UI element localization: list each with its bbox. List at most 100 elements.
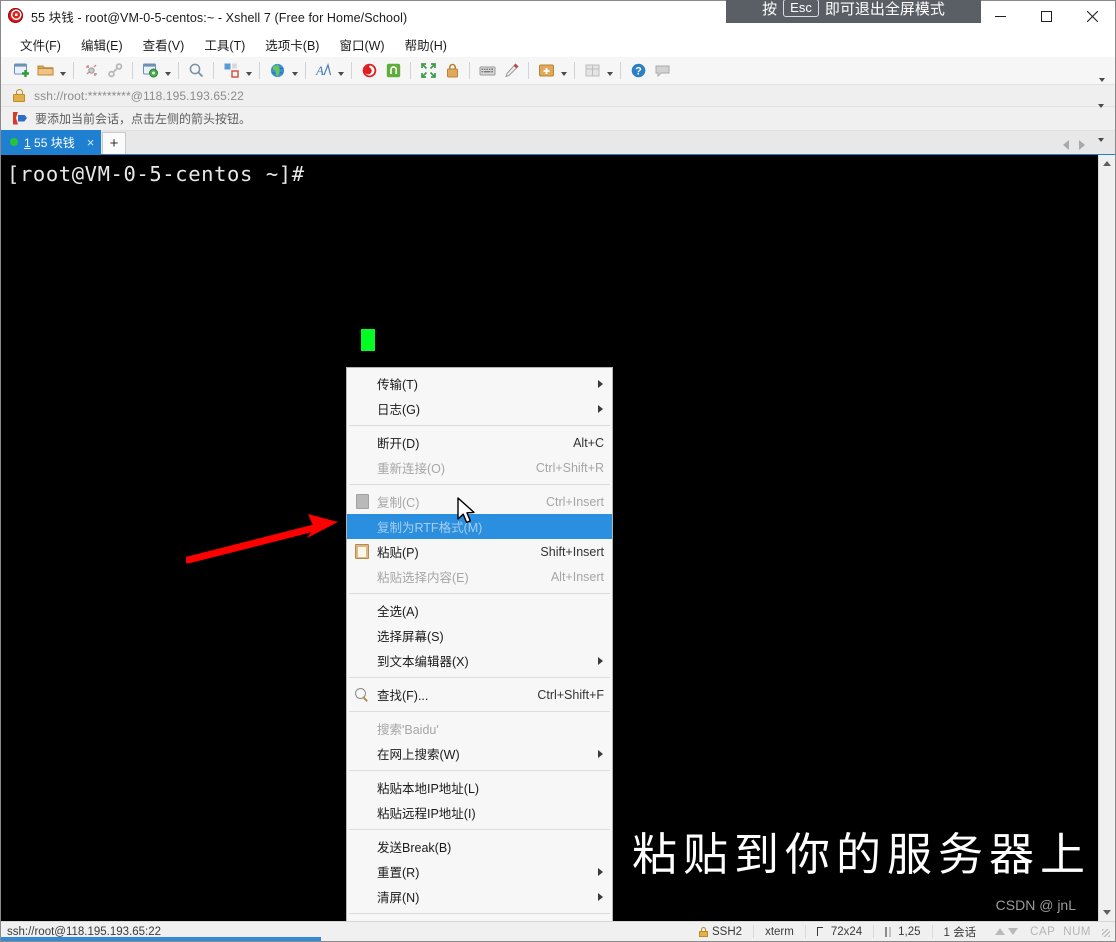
keyboard-icon[interactable] xyxy=(475,59,499,83)
copy-icon xyxy=(347,489,377,514)
open-folder-dropdown-icon[interactable] xyxy=(57,59,68,83)
menu-item-clear-screen[interactable]: 清屏(N) xyxy=(347,884,612,909)
terminal-area: [root@VM-0-5-centos ~]# 粘贴到你的服务器上 CSDN @… xyxy=(1,155,1115,921)
menu-icon-slot xyxy=(347,430,377,455)
menu-icon-slot xyxy=(347,455,377,480)
menu-item-select-all[interactable]: 全选(A) xyxy=(347,598,612,623)
menu-item-search-web[interactable]: 在网上搜索(W) xyxy=(347,741,612,766)
close-button[interactable] xyxy=(1069,1,1115,31)
menu-icon-slot xyxy=(347,623,377,648)
menu-item-fullscreen[interactable]: 全屏(U) xyxy=(347,918,612,921)
notice-bar: 要添加当前会话，点击左侧的箭头按钮。 xyxy=(1,107,1115,131)
xftp-icon[interactable] xyxy=(381,59,405,83)
menu-item-send-break[interactable]: 发送Break(B) xyxy=(347,834,612,859)
menu-item-label: 粘贴远程IP地址(I) xyxy=(377,807,476,821)
menu-separator xyxy=(349,711,610,712)
scrollbar-thumb[interactable] xyxy=(1098,172,1115,904)
menu-separator xyxy=(349,913,610,914)
layout-icon[interactable] xyxy=(219,59,243,83)
globe-icon[interactable] xyxy=(265,59,289,83)
video-caption: 粘贴到你的服务器上 xyxy=(631,828,1091,881)
menu-item-log[interactable]: 日志(G) xyxy=(347,396,612,421)
new-tab-button[interactable]: + xyxy=(102,132,126,154)
menu-edit[interactable]: 编辑(E) xyxy=(72,31,132,58)
xshell-icon[interactable] xyxy=(357,59,381,83)
toolbar: A ? xyxy=(1,57,1115,85)
menu-icon-slot xyxy=(347,884,377,909)
add-tab-icon[interactable] xyxy=(534,59,558,83)
session-tab[interactable]: 1 55 块钱 × xyxy=(1,130,101,154)
link-icon[interactable] xyxy=(103,59,127,83)
new-session-icon[interactable] xyxy=(9,59,33,83)
menu-item-select-screen[interactable]: 选择屏幕(S) xyxy=(347,623,612,648)
fullscreen-icon[interactable] xyxy=(416,59,440,83)
menu-item-reset[interactable]: 重置(R) xyxy=(347,859,612,884)
menu-item-paste-local-ip[interactable]: 粘贴本地IP地址(L) xyxy=(347,775,612,800)
disconnect-icon[interactable] xyxy=(79,59,103,83)
menu-tools[interactable]: 工具(T) xyxy=(195,31,254,58)
address-value: ssh://root:*********@118.195.193.65:22 xyxy=(34,88,244,103)
menu-item-label: 选择屏幕(S) xyxy=(377,630,444,644)
help-icon[interactable]: ? xyxy=(626,59,650,83)
tab-list-dropdown-icon[interactable] xyxy=(1095,125,1106,149)
menu-item-disconnect[interactable]: 断开(D) Alt+C xyxy=(347,430,612,455)
layout-dropdown-icon[interactable] xyxy=(243,59,254,83)
menu-icon-slot xyxy=(347,371,377,396)
split-view-dropdown-icon[interactable] xyxy=(604,59,615,83)
menu-item-label: 搜索'Baidu' xyxy=(377,723,439,737)
menu-icon-slot xyxy=(347,834,377,859)
menu-item-accelerator: Ctrl+Shift+R xyxy=(535,460,604,475)
window-controls xyxy=(977,1,1115,31)
resize-grip[interactable] xyxy=(1099,926,1111,938)
menu-separator xyxy=(349,593,610,594)
next-tab-icon[interactable] xyxy=(1079,140,1085,150)
fullscreen-hint-suffix: 即可退出全屏模式 xyxy=(824,0,945,18)
properties-dropdown-icon[interactable] xyxy=(162,59,173,83)
toolbar-separator xyxy=(469,62,470,79)
add-tab-dropdown-icon[interactable] xyxy=(558,59,569,83)
toolbar-separator xyxy=(73,62,74,79)
properties-icon[interactable] xyxy=(138,59,162,83)
status-cursor-position: 1,25 xyxy=(874,926,931,938)
menu-icon-slot xyxy=(347,775,377,800)
xshell-window: 55 块钱 - root@VM-0-5-centos:~ - Xshell 7 … xyxy=(0,0,1116,942)
lock-icon[interactable] xyxy=(440,59,464,83)
menu-item-paste[interactable]: 粘贴(P) Shift+Insert xyxy=(347,539,612,564)
menu-item-transfer[interactable]: 传输(T) xyxy=(347,371,612,396)
split-view-icon[interactable] xyxy=(580,59,604,83)
chevron-down-icon[interactable] xyxy=(1095,91,1106,115)
menu-help[interactable]: 帮助(H) xyxy=(396,31,456,58)
terminal-scrollbar[interactable] xyxy=(1098,155,1115,921)
prev-tab-icon[interactable] xyxy=(1063,140,1069,150)
menu-file[interactable]: 文件(F) xyxy=(11,31,70,58)
search-icon[interactable] xyxy=(184,59,208,83)
tab-bar: 1 55 块钱 × + xyxy=(1,130,1115,155)
esc-key-badge: Esc xyxy=(783,0,819,17)
menu-item-label: 重置(R) xyxy=(377,866,420,880)
scroll-up-icon[interactable] xyxy=(1099,155,1116,172)
menu-icon-slot xyxy=(347,648,377,673)
menu-separator xyxy=(349,425,610,426)
menu-item-to-text-editor[interactable]: 到文本编辑器(X) xyxy=(347,648,612,673)
scroll-down-icon[interactable] xyxy=(1099,904,1116,921)
menu-item-paste-remote-ip[interactable]: 粘贴远程IP地址(I) xyxy=(347,800,612,825)
minimize-button[interactable] xyxy=(977,1,1023,31)
address-bar[interactable]: ssh://root:*********@118.195.193.65:22 xyxy=(1,85,1115,108)
tab-close-icon[interactable]: × xyxy=(87,136,95,149)
highlight-pen-icon[interactable] xyxy=(499,59,523,83)
open-folder-icon[interactable] xyxy=(33,59,57,83)
menu-window[interactable]: 窗口(W) xyxy=(330,31,393,58)
maximize-button[interactable] xyxy=(1023,1,1069,31)
menu-item-accelerator: Shift+Insert xyxy=(540,544,604,559)
globe-dropdown-icon[interactable] xyxy=(289,59,300,83)
menu-item-search-baidu: 搜索'Baidu' xyxy=(347,716,612,741)
menu-item-label: 断开(D) xyxy=(377,437,420,451)
cursor-position-icon xyxy=(885,926,894,937)
download-arrow-icon xyxy=(1008,928,1019,935)
chat-icon[interactable] xyxy=(650,59,674,83)
menu-item-find[interactable]: 查找(F)... Ctrl+Shift+F xyxy=(347,682,612,707)
menu-view[interactable]: 查看(V) xyxy=(134,31,194,58)
menu-tabs[interactable]: 选项卡(B) xyxy=(256,31,328,58)
font-dropdown-icon[interactable] xyxy=(335,59,346,83)
font-icon[interactable]: A xyxy=(311,59,335,83)
